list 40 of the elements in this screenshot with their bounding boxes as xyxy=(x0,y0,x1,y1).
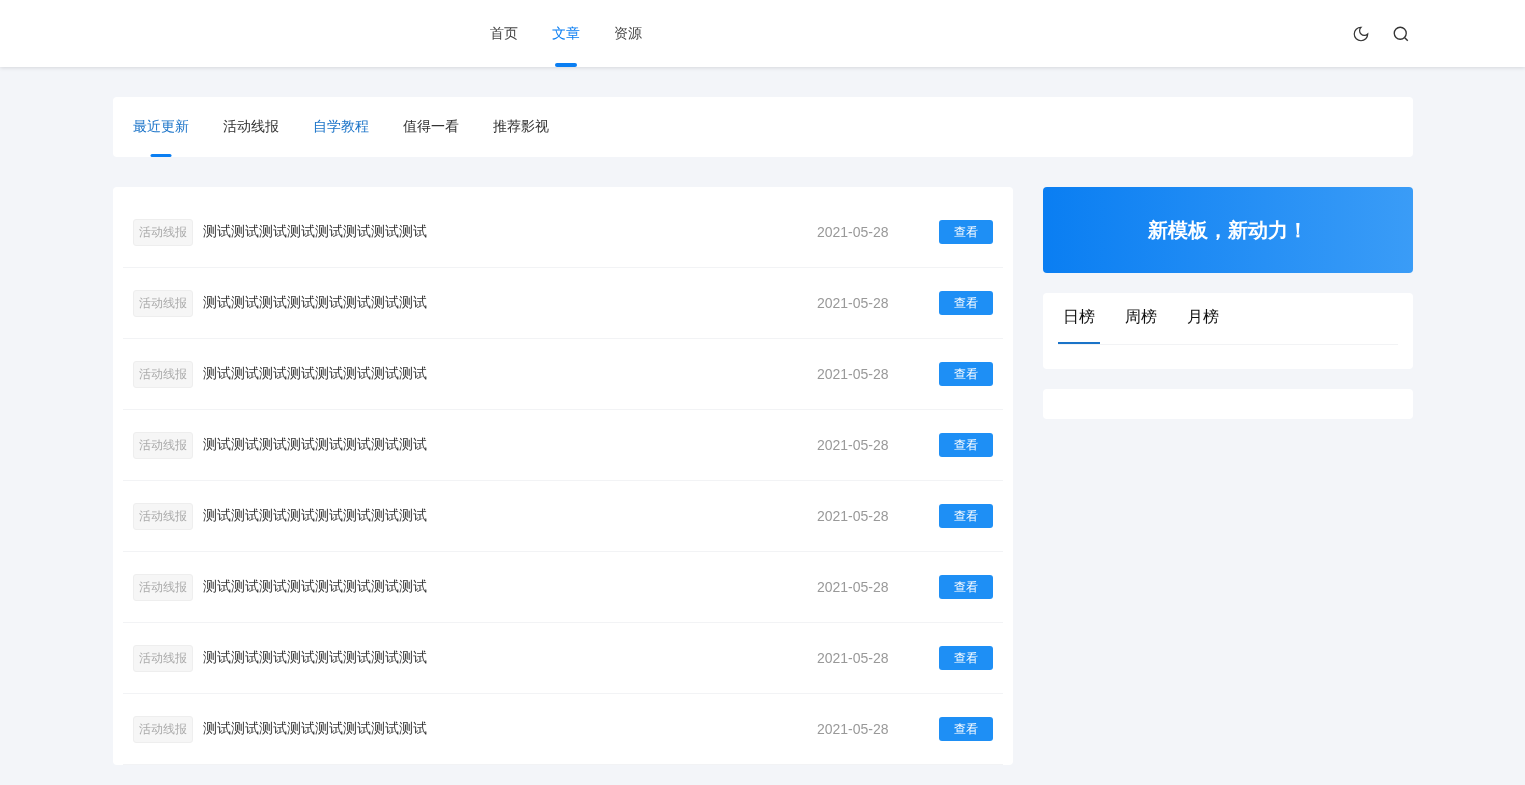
category-tag: 活动线报 xyxy=(132,289,193,317)
article-date: 2021-05-28 xyxy=(816,437,889,453)
article-date: 2021-05-28 xyxy=(816,366,889,382)
article-date: 2021-05-28 xyxy=(816,650,889,666)
article-date: 2021-05-28 xyxy=(816,508,889,524)
ranking-tab[interactable]: 月榜 xyxy=(1181,293,1224,344)
moon-icon[interactable] xyxy=(1352,24,1370,43)
article-title[interactable]: 测试测试测试测试测试测试测试测试 xyxy=(202,720,427,738)
ranking-tab[interactable]: 日榜 xyxy=(1057,293,1100,344)
nav-link[interactable]: 首页 xyxy=(490,0,518,67)
category-tab[interactable]: 活动线报 xyxy=(222,97,279,157)
category-tag: 活动线报 xyxy=(132,431,193,459)
category-tag: 活动线报 xyxy=(132,573,193,601)
category-tag: 活动线报 xyxy=(132,715,193,743)
article-date: 2021-05-28 xyxy=(816,295,889,311)
article-title[interactable]: 测试测试测试测试测试测试测试测试 xyxy=(202,294,427,312)
article-title[interactable]: 测试测试测试测试测试测试测试测试 xyxy=(202,223,427,241)
article-title[interactable]: 测试测试测试测试测试测试测试测试 xyxy=(202,578,427,596)
category-tag: 活动线报 xyxy=(132,360,193,388)
active-indicator xyxy=(555,63,577,67)
category-tab[interactable]: 推荐影视 xyxy=(492,97,549,157)
category-tab[interactable]: 值得一看 xyxy=(402,97,459,157)
nav-link[interactable]: 文章 xyxy=(552,0,580,67)
article-date: 2021-05-28 xyxy=(816,579,889,595)
article-title[interactable]: 测试测试测试测试测试测试测试测试 xyxy=(202,436,427,454)
article-title[interactable]: 测试测试测试测试测试测试测试测试 xyxy=(202,507,427,525)
nav-link[interactable]: 资源 xyxy=(614,0,642,67)
article-date: 2021-05-28 xyxy=(816,721,889,737)
category-tag: 活动线报 xyxy=(132,502,193,530)
category-tab[interactable]: 自学教程 xyxy=(312,97,369,157)
article-date: 2021-05-28 xyxy=(816,224,889,240)
category-tag: 活动线报 xyxy=(132,218,193,246)
ranking-tab[interactable]: 周榜 xyxy=(1119,293,1162,344)
article-title[interactable]: 测试测试测试测试测试测试测试测试 xyxy=(202,365,427,383)
active-indicator xyxy=(150,154,171,157)
category-tag: 活动线报 xyxy=(132,644,193,672)
article-title[interactable]: 测试测试测试测试测试测试测试测试 xyxy=(202,649,427,667)
search-icon[interactable] xyxy=(1392,24,1410,43)
category-tab[interactable]: 最近更新 xyxy=(132,97,189,157)
promo-banner: 新模板，新动力！ xyxy=(1042,187,1413,273)
